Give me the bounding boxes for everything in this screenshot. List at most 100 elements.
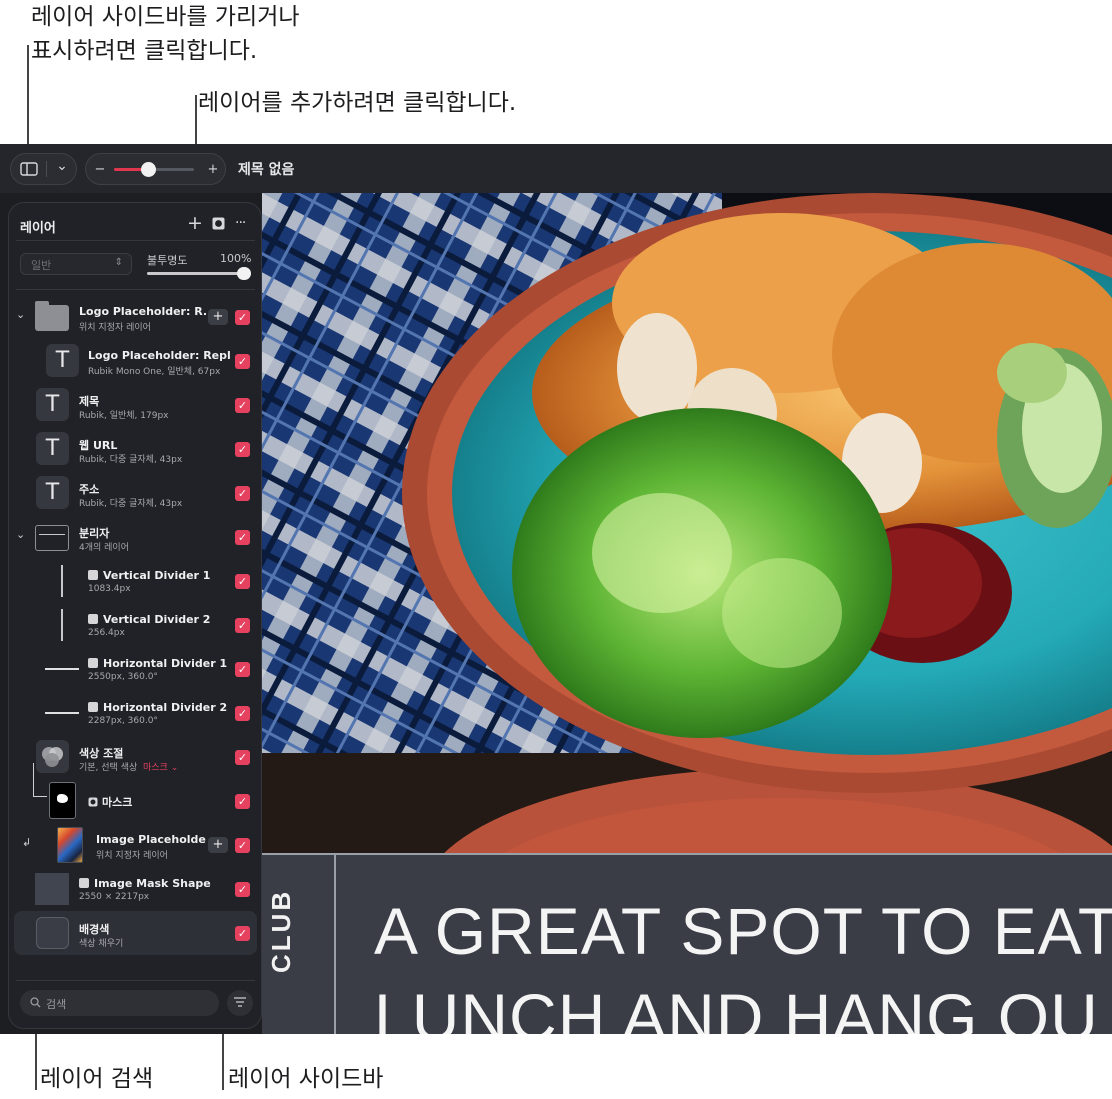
blend-mode-select[interactable]: 일반 ⇕	[20, 253, 132, 275]
leader-line-sidebar-toggle	[27, 45, 29, 157]
divider	[16, 289, 255, 290]
layer-row-color-adjust[interactable]: 색상 조절 기본, 선택 색상 마스크 ⌄ ✓	[14, 735, 257, 779]
layer-subtitle: 2550 × 2217px	[79, 892, 150, 902]
club-vertical-text[interactable]: CLUB	[266, 889, 297, 973]
visibility-checkbox[interactable]: ✓	[235, 838, 250, 853]
sidebar-options-button[interactable]: ⌄	[49, 154, 75, 184]
opacity-slider[interactable]	[147, 267, 251, 280]
visibility-checkbox[interactable]: ✓	[235, 926, 250, 941]
layer-row-background-color[interactable]: 배경색 색상 채우기 ✓	[14, 911, 257, 955]
sidebar-toggle-button[interactable]	[15, 154, 43, 184]
layer-row-dividers-group[interactable]: ⌄ 분리자 4개의 레이어 ✓	[14, 515, 257, 559]
layer-subtitle: Rubik Mono One, 일반체, 67px	[88, 367, 221, 377]
zoom-slider-knob[interactable]	[140, 162, 156, 177]
layer-row-mask[interactable]: 마스크 ✓	[14, 763, 257, 823]
zoom-slider[interactable]	[114, 162, 194, 177]
mask-icon	[212, 217, 225, 230]
visibility-checkbox[interactable]: ✓	[235, 398, 250, 413]
layer-search-field[interactable]: 검색	[20, 990, 219, 1016]
layer-name: 웹 URL	[79, 439, 118, 452]
opacity-value: 100%	[220, 252, 252, 265]
layer-row-horizontal-divider-2[interactable]: Horizontal Divider 2 2287px, 360.0° ✓	[14, 691, 257, 735]
opacity-slider-knob[interactable]	[237, 267, 251, 280]
layer-row-vertical-divider-2[interactable]: Vertical Divider 2 256.4px ✓	[14, 603, 257, 647]
more-options-button[interactable]: ···	[235, 214, 246, 232]
layer-name: Logo Placeholder: Repl...	[88, 349, 230, 362]
mask-thumb	[49, 782, 76, 819]
visibility-checkbox[interactable]: ✓	[235, 574, 250, 589]
visibility-checkbox[interactable]: ✓	[235, 706, 250, 721]
add-layer-button[interactable]: +	[187, 212, 203, 234]
opacity-slider-fill	[147, 272, 251, 275]
text-layer-icon: T	[46, 344, 79, 377]
vertical-line-thumb	[61, 609, 63, 641]
layer-row-logo-placeholder-group[interactable]: ⌄ Logo Placeholder: R... 위치 지정자 레이어 + ✓	[14, 295, 257, 339]
text-layer-icon: T	[36, 388, 69, 421]
layer-subtitle: Rubik, 다중 글자체, 43px	[79, 455, 183, 465]
visibility-checkbox[interactable]: ✓	[235, 750, 250, 765]
layer-row-web-url[interactable]: T 웹 URL Rubik, 다중 글자체, 43px ✓	[14, 427, 257, 471]
layer-name: 색상 조절	[79, 747, 124, 760]
layer-name: Vertical Divider 1	[88, 569, 238, 582]
layer-subtitle: 2287px, 360.0°	[88, 716, 158, 726]
layer-name: Image Mask Shape	[79, 877, 229, 890]
headline-line-2[interactable]: LUNCH AND HANG OU	[374, 979, 1099, 1034]
zoom-out-button[interactable]: −	[90, 154, 110, 184]
document-canvas[interactable]: CLUB A GREAT SPOT TO EAT LUNCH AND HANG …	[262, 193, 1112, 1034]
visibility-checkbox[interactable]: ✓	[235, 486, 250, 501]
layer-row-logo-text[interactable]: T Logo Placeholder: Repl... Rubik Mono O…	[14, 339, 257, 383]
mask-button[interactable]	[212, 216, 225, 234]
chevron-down-icon[interactable]: ⌄	[16, 528, 25, 541]
filter-button[interactable]	[227, 990, 253, 1016]
add-to-placeholder-button[interactable]: +	[208, 309, 228, 325]
layer-row-vertical-divider-1[interactable]: Vertical Divider 1 1083.4px ✓	[14, 559, 257, 603]
horizontal-line-thumb	[45, 712, 79, 714]
layer-subtitle: 4개의 레이어	[79, 543, 129, 553]
text-banner[interactable]: CLUB A GREAT SPOT TO EAT LUNCH AND HANG …	[262, 853, 1112, 1034]
visibility-checkbox[interactable]: ✓	[235, 882, 250, 897]
visibility-checkbox[interactable]: ✓	[235, 794, 250, 809]
shape-thumb	[35, 873, 69, 905]
chevron-down-icon[interactable]: ⌄	[16, 308, 25, 321]
layer-subtitle: Rubik, 일반체, 179px	[79, 411, 169, 421]
layer-row-address[interactable]: T 주소 Rubik, 다중 글자체, 43px ✓	[14, 471, 257, 515]
layer-row-image-mask-shape[interactable]: Image Mask Shape 2550 × 2217px ✓	[14, 867, 257, 911]
layer-row-image-placeholder[interactable]: ↲ Image Placeholde... 위치 지정자 레이어 + ✓	[14, 823, 257, 867]
app-window: ⌄ − + 제목 없음 CLUB A GREAT SPOT TO EAT LUN…	[0, 144, 1112, 1034]
callout-add-layer: 레이어를 추가하려면 클릭합니다.	[198, 90, 517, 116]
sidebar-icon	[20, 162, 38, 176]
zoom-in-button[interactable]: +	[203, 154, 223, 184]
layer-name-text: Vertical Divider 1	[103, 569, 211, 582]
headline-line-1[interactable]: A GREAT SPOT TO EAT	[374, 893, 1112, 969]
layer-subtitle: 색상 채우기	[79, 939, 124, 949]
mask-link-connector	[33, 763, 47, 797]
image-thumb	[57, 827, 83, 863]
layer-name: 주소	[79, 483, 100, 496]
plus-icon: +	[187, 212, 203, 234]
visibility-checkbox[interactable]: ✓	[235, 530, 250, 545]
layer-name: Horizontal Divider 1	[88, 657, 233, 670]
add-to-placeholder-button[interactable]: +	[208, 837, 228, 853]
layer-name: Vertical Divider 2	[88, 613, 238, 626]
layers-sidebar: 레이어 + ··· 일반 ⇕ 불투명도 100% ⌄ Logo Placehol…	[8, 202, 262, 1029]
visibility-checkbox[interactable]: ✓	[235, 310, 250, 325]
food-photo-illustration	[262, 193, 1112, 853]
visibility-checkbox[interactable]: ✓	[235, 442, 250, 457]
visibility-checkbox[interactable]: ✓	[235, 354, 250, 369]
zoom-control: − +	[85, 153, 226, 185]
visibility-checkbox[interactable]: ✓	[235, 618, 250, 633]
color-fill-thumb	[36, 917, 69, 949]
mask-dropdown[interactable]: 마스크 ⌄	[143, 763, 178, 773]
shape-icon	[88, 570, 98, 580]
layer-name: Image Placeholde...	[96, 833, 206, 846]
visibility-checkbox[interactable]: ✓	[235, 662, 250, 677]
shape-icon	[88, 658, 98, 668]
layer-subtitle: Rubik, 다중 글자체, 43px	[79, 499, 183, 509]
horizontal-line-thumb	[45, 668, 79, 670]
layer-subtitle: 위치 지정자 레이어	[96, 851, 168, 861]
layer-row-title[interactable]: T 제목 Rubik, 일반체, 179px ✓	[14, 383, 257, 427]
layer-row-horizontal-divider-1[interactable]: Horizontal Divider 1 2550px, 360.0° ✓	[14, 647, 257, 691]
layer-name-text: Horizontal Divider 2	[103, 701, 228, 714]
food-photo[interactable]	[262, 193, 1112, 853]
toolbar-divider	[46, 161, 47, 177]
